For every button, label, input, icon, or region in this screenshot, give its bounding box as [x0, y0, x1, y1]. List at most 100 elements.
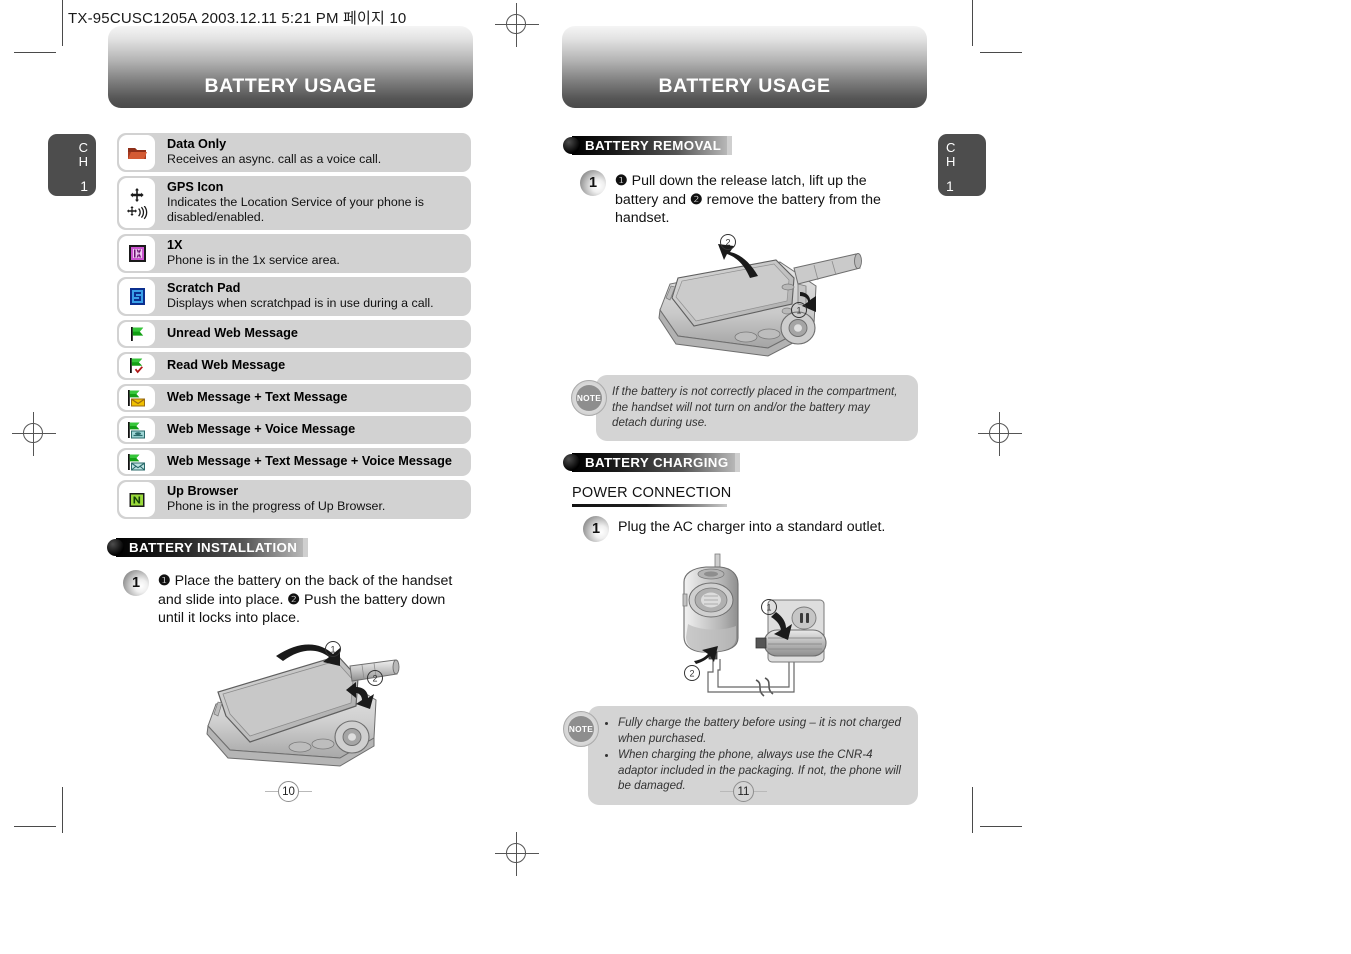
callout-1: 1 [766, 603, 771, 613]
scratch-pad-icon [129, 288, 145, 305]
table-row: Up Browser Phone is in the progress of U… [117, 480, 471, 519]
icon-title: Web Message + Text Message [167, 390, 348, 404]
step-battery-installation: 1 ❶ Place the battery on the back of the… [123, 570, 475, 628]
section-endcap [727, 136, 733, 155]
note-line: If the battery is not correctly placed i… [612, 385, 898, 429]
file-header-text: TX-95CUSC1205A 2003.12.11 5:21 PM 페이지 10 [68, 10, 407, 27]
icon-title: GPS Icon [167, 180, 224, 194]
read-web-message-icon [130, 358, 143, 374]
step-battery-charging: 1 Plug the AC charger into a standard ou… [583, 516, 923, 542]
crop-mark-bottom-left-horizontal [14, 826, 56, 827]
left-chapter-letter-c: C [78, 140, 88, 155]
icon-text-cell: GPS Icon Indicates the Location Service … [155, 176, 471, 230]
icon-desc: Receives an async. call as a voice call. [167, 152, 382, 166]
callout-1: 1 [796, 306, 801, 316]
icon-cell [119, 322, 155, 346]
registration-mark-bottom-center [495, 832, 539, 876]
icon-text-cell: Unread Web Message [155, 322, 306, 346]
registration-mark-left-center [12, 412, 56, 456]
note-body: If the battery is not correctly placed i… [596, 375, 918, 441]
icon-title: Web Message + Voice Message [167, 422, 356, 436]
icon-text-cell: Up Browser Phone is in the progress of U… [155, 480, 393, 519]
icon-title: Read Web Message [167, 358, 286, 372]
note-icon: NOTE [571, 380, 607, 416]
section-bullet-icon [563, 137, 580, 154]
web-text-voice-message-icon [128, 453, 145, 470]
icon-text-cell: Web Message + Voice Message [155, 418, 363, 442]
note-badge-label: NOTE [576, 393, 602, 403]
left-chapter-tab: C H 1 [48, 134, 96, 196]
icon-cell [119, 386, 155, 410]
icon-title: Unread Web Message [167, 326, 298, 340]
note-bullet: Fully charge the battery before using – … [618, 715, 904, 746]
registration-mark-top-center [495, 3, 539, 47]
table-row: Read Web Message [117, 352, 471, 380]
circled-number-2: ❷ [287, 591, 301, 608]
web-voice-message-icon [128, 421, 145, 438]
icon-text-cell: Read Web Message [155, 354, 293, 378]
note-icon: NOTE [563, 711, 599, 747]
up-browser-icon [129, 492, 145, 507]
icon-cell [119, 354, 155, 378]
ac-charger-connection-diagram: 1 2 [668, 552, 828, 702]
note-badge-label: NOTE [568, 724, 594, 734]
table-row: Data Only Receives an async. call as a v… [117, 133, 471, 172]
icon-desc: Phone is in the 1x service area. [167, 253, 340, 267]
section-bullet-icon [107, 539, 124, 556]
gps-icon [130, 187, 144, 202]
onex-icon [128, 245, 146, 262]
right-chapter-tab: C H 1 [938, 134, 986, 196]
icon-title: Web Message + Text Message + Voice Messa… [167, 454, 452, 468]
section-label: BATTERY CHARGING [585, 455, 729, 470]
crop-mark-top-left-horizontal [14, 52, 56, 53]
icon-desc: Indicates the Location Service of your p… [167, 195, 424, 224]
table-row: Web Message + Text Message + Voice Messa… [117, 448, 471, 476]
section-endcap [734, 453, 740, 472]
icon-cell [119, 279, 155, 314]
callout-2: 2 [725, 238, 730, 248]
step-text: Plug the AC charger into a standard outl… [618, 519, 886, 535]
step-text: ❶ Pull down the release latch, lift up t… [606, 170, 910, 228]
table-row: Web Message + Voice Message [117, 416, 471, 444]
icon-cell [119, 450, 155, 474]
data-only-icon [128, 147, 147, 159]
circled-number-2: ❷ [689, 191, 703, 208]
table-row: Unread Web Message [117, 320, 471, 348]
right-page-number: 11 [720, 781, 767, 802]
left-page-title: BATTERY USAGE [204, 75, 377, 97]
icon-desc: Phone is in the progress of Up Browser. [167, 499, 386, 513]
section-bar-battery-installation: BATTERY INSTALLATION [107, 538, 309, 557]
right-page-number-value: 11 [733, 781, 754, 802]
crop-mark-bottom-right-horizontal [980, 826, 1022, 827]
subhead-underline [572, 504, 727, 507]
callout-2: 2 [372, 674, 377, 684]
crop-mark-top-left-vertical [62, 0, 63, 46]
callout-2: 2 [689, 669, 694, 679]
right-chapter-number: 1 [946, 178, 954, 194]
crop-mark-bottom-right-vertical [972, 787, 973, 833]
section-endcap [303, 538, 309, 557]
callout-1: 1 [330, 645, 335, 655]
icon-cell [119, 178, 155, 228]
left-page-header: BATTERY USAGE [108, 26, 473, 108]
web-text-message-icon [128, 389, 145, 406]
icon-title: Data Only [167, 137, 227, 151]
crop-mark-top-right-horizontal [980, 52, 1022, 53]
right-page-title: BATTERY USAGE [658, 75, 831, 97]
section-bar-battery-charging: BATTERY CHARGING [563, 453, 740, 472]
icon-cell [119, 135, 155, 170]
icon-text-cell: Web Message + Text Message [155, 386, 355, 410]
icon-desc: Displays when scratchpad is in use durin… [167, 296, 434, 310]
right-chapter-letter-h: H [946, 154, 956, 169]
handset-battery-install-diagram: 1 2 [190, 630, 402, 780]
step-number: 1 [583, 516, 609, 542]
step-number: 1 [123, 570, 149, 596]
note-battery-removal: NOTE If the battery is not correctly pla… [571, 375, 923, 441]
icon-text-cell: Web Message + Text Message + Voice Messa… [155, 450, 460, 474]
step-number: 1 [580, 170, 606, 196]
icon-cell [119, 482, 155, 517]
table-row: 1X Phone is in the 1x service area. [117, 234, 471, 273]
right-page-header: BATTERY USAGE [562, 26, 927, 108]
table-row: GPS Icon Indicates the Location Service … [117, 176, 471, 230]
table-row: Web Message + Text Message [117, 384, 471, 412]
